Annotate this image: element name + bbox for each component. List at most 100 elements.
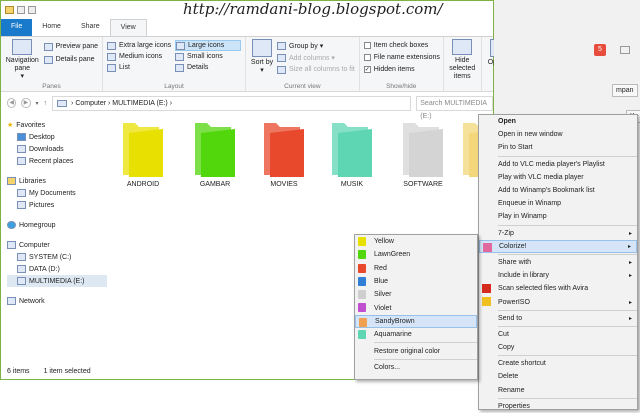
tab-home[interactable]: Home <box>32 19 71 36</box>
downloads-icon <box>17 145 26 153</box>
colorize-item-blue[interactable]: Blue <box>355 275 477 288</box>
colorize-item-red[interactable]: Red <box>355 262 477 275</box>
navigation-pane-label: Navigation pane <box>5 57 39 72</box>
layout-list[interactable]: List <box>107 62 173 73</box>
tab-view[interactable]: View <box>109 19 147 36</box>
nav-my-documents[interactable]: My Documents <box>7 187 107 199</box>
path-field[interactable]: › Computer › MULTIMEDIA (E:) › <box>52 95 412 111</box>
nav-network-label: Network <box>19 297 45 305</box>
context-menu-item-copy[interactable]: Copy <box>479 341 637 354</box>
context-menu-item-poweriso[interactable]: PowerISO ▸ <box>479 295 637 308</box>
context-menu-item-open-in-new-window[interactable]: Open in new window <box>479 128 637 141</box>
item-check-boxes-toggle[interactable]: Item check boxes <box>363 40 440 51</box>
colorize-label: Restore original color <box>374 347 441 355</box>
context-menu-item-add-to-vlc-media-player-s-playlist[interactable]: Add to VLC media player's Playlist <box>479 158 637 171</box>
nav-network[interactable]: Network <box>7 295 107 307</box>
preview-pane-button[interactable]: Preview pane <box>43 41 98 52</box>
context-menu-item-properties[interactable]: Properties <box>479 400 637 413</box>
size-columns-button[interactable]: Size all columns to fit <box>277 64 355 75</box>
context-menu-item-7-zip[interactable]: 7-Zip ▸ <box>479 227 637 240</box>
menu-separator <box>498 355 637 357</box>
hide-selected-button[interactable]: Hide selected items <box>448 39 477 81</box>
colorize-item-restore-original-color[interactable]: Restore original color <box>355 344 477 357</box>
layout-medium-icons[interactable]: Medium icons <box>107 51 173 62</box>
layout-extra-large-icons[interactable]: Extra large icons <box>107 40 173 51</box>
colorize-label: Aquamarine <box>374 331 412 339</box>
navigation-pane-button[interactable]: Navigation pane ▾ <box>5 39 40 81</box>
forward-icon[interactable]: ▶ <box>21 98 31 108</box>
tab-file[interactable]: File <box>1 19 33 36</box>
up-icon[interactable]: ↑ <box>44 100 48 107</box>
nav-computer[interactable]: Computer <box>7 239 107 251</box>
tab-share[interactable]: Share <box>71 19 110 36</box>
context-menu-item-colorize[interactable]: Colorize! ▸ <box>479 239 637 253</box>
context-menu-item-play-with-vlc-media-player[interactable]: Play with VLC media player <box>479 171 637 184</box>
folder-item[interactable]: GAMBAR <box>185 117 245 195</box>
add-columns-button[interactable]: Add columns ▾ <box>277 52 355 63</box>
hidden-items-checkbox[interactable] <box>363 66 371 73</box>
nav-multimedia-e-label: MULTIMEDIA (E:) <box>29 277 85 285</box>
background-button-1[interactable]: mpan <box>612 84 638 97</box>
hidden-items-toggle[interactable]: Hidden items <box>363 64 440 75</box>
properties-quick-icon[interactable] <box>17 6 25 14</box>
layout-large-icons[interactable]: Large icons <box>175 40 241 51</box>
folder-item[interactable]: SOFTWARE <box>393 117 453 195</box>
group-by-button[interactable]: Group by ▾ <box>277 40 355 51</box>
context-menu-item-share-with[interactable]: Share with ▸ <box>479 256 637 269</box>
context-menu-item-play-in-winamp[interactable]: Play in Winamp <box>479 210 637 223</box>
colorize-item-lawngreen[interactable]: LawnGreen <box>355 248 477 261</box>
context-menu-item-pin-to-start[interactable]: Pin to Start <box>479 141 637 154</box>
search-input[interactable]: Search MULTIMEDIA (E:) <box>416 95 493 120</box>
details-pane-icon <box>43 55 53 64</box>
context-menu-item-rename[interactable]: Rename <box>479 384 637 397</box>
details-pane-button[interactable]: Details pane <box>43 54 98 65</box>
nav-favorites[interactable]: ★ Favorites <box>7 119 107 131</box>
folder-item[interactable]: MOVIES <box>254 117 314 195</box>
folder-item[interactable]: MUSIK <box>322 117 382 195</box>
notification-badge[interactable]: 5 <box>594 44 606 56</box>
nav-favorites-label: Favorites <box>16 121 46 129</box>
nav-pictures[interactable]: Pictures <box>7 199 107 211</box>
nav-data-d[interactable]: DATA (D:) <box>7 263 107 275</box>
nav-recent-places[interactable]: Recent places <box>7 155 107 167</box>
nav-system-c[interactable]: SYSTEM (C:) <box>7 251 107 263</box>
context-menu-item-add-to-winamp-s-bookmark-list[interactable]: Add to Winamp's Bookmark list <box>479 184 637 197</box>
file-name-extensions-toggle[interactable]: File name extensions <box>363 52 440 63</box>
nav-desktop[interactable]: Desktop <box>7 131 107 143</box>
colorize-item-sandybrown[interactable]: SandyBrown <box>355 314 477 329</box>
menu-separator <box>374 342 477 344</box>
context-menu-item-enqueue-in-winamp[interactable]: Enqueue in Winamp <box>479 197 637 210</box>
colorize-item-aquamarine[interactable]: Aquamarine <box>355 328 477 341</box>
current-view-group-label: Current view <box>284 83 321 90</box>
recent-locations-icon[interactable]: ▾ <box>36 100 39 107</box>
context-menu-item-delete[interactable]: Delete <box>479 370 637 383</box>
context-menu-item-include-in-library[interactable]: Include in library ▸ <box>479 269 637 282</box>
context-menu-item-cut[interactable]: Cut <box>479 328 637 341</box>
nav-downloads-label: Downloads <box>29 145 64 153</box>
context-menu-item-send-to[interactable]: Send to ▸ <box>479 312 637 325</box>
context-menu-item-create-shortcut[interactable]: Create shortcut <box>479 357 637 370</box>
colorize-item-yellow[interactable]: Yellow <box>355 235 477 248</box>
nav-libraries[interactable]: Libraries <box>7 175 107 187</box>
file-name-extensions-checkbox[interactable] <box>363 54 371 61</box>
colorize-item-silver[interactable]: Silver <box>355 288 477 301</box>
colorize-item-violet[interactable]: Violet <box>355 301 477 314</box>
new-folder-quick-icon[interactable] <box>28 6 36 14</box>
nav-multimedia-e[interactable]: MULTIMEDIA (E:) <box>7 275 107 287</box>
folder-icon <box>195 123 235 177</box>
layout-details[interactable]: Details <box>175 62 241 73</box>
context-menu-item-open[interactable]: Open <box>479 115 637 128</box>
color-swatch-icon <box>358 250 366 260</box>
nav-homegroup[interactable]: Homegroup <box>7 219 107 231</box>
nav-downloads[interactable]: Downloads <box>7 143 107 155</box>
chevron-right-icon: ▸ <box>628 273 632 280</box>
colorize-item-colors[interactable]: Colors... <box>355 361 477 374</box>
item-check-boxes-checkbox[interactable] <box>363 42 371 49</box>
nav-my-documents-label: My Documents <box>29 189 76 197</box>
window-icon[interactable] <box>620 46 630 54</box>
layout-small-icons[interactable]: Small icons <box>175 51 241 62</box>
back-icon[interactable]: ◀ <box>7 98 17 108</box>
context-menu-item-scan-selected-files-with-avira[interactable]: Scan selected files with Avira <box>479 282 637 295</box>
folder-item[interactable]: ANDROID <box>113 117 173 195</box>
sort-by-button[interactable]: Sort by ▾ <box>250 39 274 81</box>
